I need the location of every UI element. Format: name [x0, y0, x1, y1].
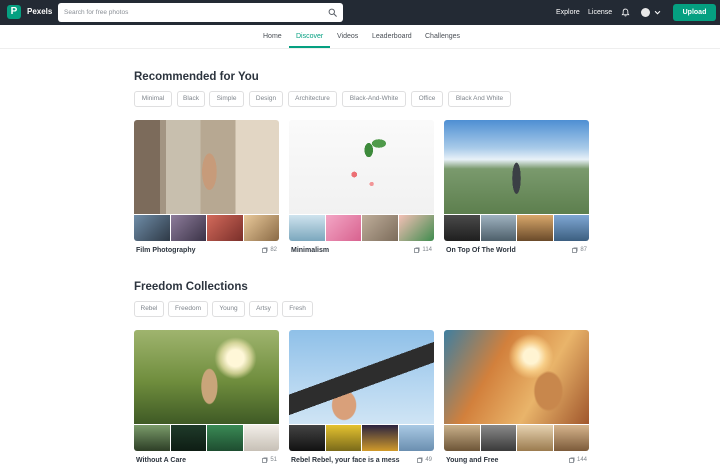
brand-name[interactable]: Pexels [27, 7, 52, 16]
recommended-section-title: Recommended for You [134, 71, 259, 83]
license-link[interactable]: License [588, 9, 612, 16]
collection-count: 51 [262, 457, 277, 463]
collection-thumbnail-strip [134, 425, 279, 451]
collection-stack-icon [262, 457, 268, 463]
tag-chip[interactable]: Simple [209, 91, 244, 107]
tag-chip[interactable]: Black-And-White [342, 91, 406, 107]
collection-count: 49 [417, 457, 432, 463]
collection-card[interactable]: On Top Of The World 87 [444, 120, 589, 256]
tag-chip[interactable]: Young [212, 301, 245, 317]
tag-chip[interactable]: Black [177, 91, 205, 107]
collection-title[interactable]: Without A Care [136, 457, 186, 464]
collection-stack-icon [569, 457, 575, 463]
bell-icon[interactable] [621, 8, 630, 17]
collection-cover-photo[interactable] [444, 120, 589, 214]
collection-card[interactable]: Minimalism 114 [289, 120, 434, 256]
collection-card[interactable]: Rebel Rebel, your face is a mess 49 [289, 330, 434, 466]
collection-cover-photo[interactable] [134, 120, 279, 214]
freedom-section-title: Freedom Collections [134, 281, 248, 293]
upload-button[interactable]: Upload [673, 4, 716, 21]
chevron-down-icon[interactable] [654, 9, 661, 16]
collection-cover-photo[interactable] [444, 330, 589, 424]
collection-title[interactable]: On Top Of The World [446, 247, 516, 254]
collection-stack-icon [414, 247, 420, 253]
tag-chip[interactable]: Architecture [288, 91, 337, 107]
search-input[interactable] [64, 6, 319, 19]
avatar[interactable] [641, 8, 650, 17]
collection-cover-photo[interactable] [289, 120, 434, 214]
search-icon[interactable] [328, 8, 337, 17]
collection-thumbnail-strip [444, 425, 589, 451]
top-navigation-bar: P Pexels Explore License Upload [0, 0, 720, 25]
collection-count: 87 [572, 247, 587, 253]
tag-chip[interactable]: Rebel [134, 301, 164, 317]
collection-card[interactable]: Young and Free 144 [444, 330, 589, 466]
search-bar [58, 3, 343, 22]
collection-count: 114 [414, 247, 432, 253]
collection-title[interactable]: Young and Free [446, 457, 498, 464]
collection-thumbnail-strip [289, 425, 434, 451]
collection-cover-photo[interactable] [289, 330, 434, 424]
tab-challenges[interactable]: Challenges [425, 33, 460, 40]
collection-thumbnail-strip [289, 215, 434, 241]
tag-chip[interactable]: Artsy [249, 301, 278, 317]
collection-count: 144 [569, 457, 587, 463]
collection-thumbnail-strip [444, 215, 589, 241]
collection-thumbnail-strip [134, 215, 279, 241]
tab-home[interactable]: Home [263, 33, 282, 40]
collection-card[interactable]: Film Photography 82 [134, 120, 279, 256]
tag-chip[interactable]: Design [249, 91, 283, 107]
tab-videos[interactable]: Videos [337, 33, 358, 40]
tab-leaderboard[interactable]: Leaderboard [372, 33, 412, 40]
tag-chip[interactable]: Minimal [134, 91, 172, 107]
tag-chip[interactable]: Fresh [282, 301, 313, 317]
collection-card[interactable]: Without A Care 51 [134, 330, 279, 466]
collection-title[interactable]: Film Photography [136, 247, 196, 254]
tag-chip[interactable]: Freedom [168, 301, 208, 317]
collection-title[interactable]: Minimalism [291, 247, 329, 254]
active-tab-indicator [289, 46, 330, 48]
tag-chip[interactable]: Office [411, 91, 443, 107]
collection-stack-icon [572, 247, 578, 253]
tab-bar: Home Discover Videos Leaderboard Challen… [0, 25, 720, 49]
tab-discover[interactable]: Discover [296, 33, 323, 40]
collection-count: 82 [262, 247, 277, 253]
explore-link[interactable]: Explore [556, 9, 580, 16]
collection-stack-icon [262, 247, 268, 253]
tag-chip[interactable]: Black And White [448, 91, 511, 107]
collection-stack-icon [417, 457, 423, 463]
collection-title[interactable]: Rebel Rebel, your face is a mess [291, 457, 400, 464]
collection-cover-photo[interactable] [134, 330, 279, 424]
pexels-logo[interactable]: P [7, 5, 21, 19]
